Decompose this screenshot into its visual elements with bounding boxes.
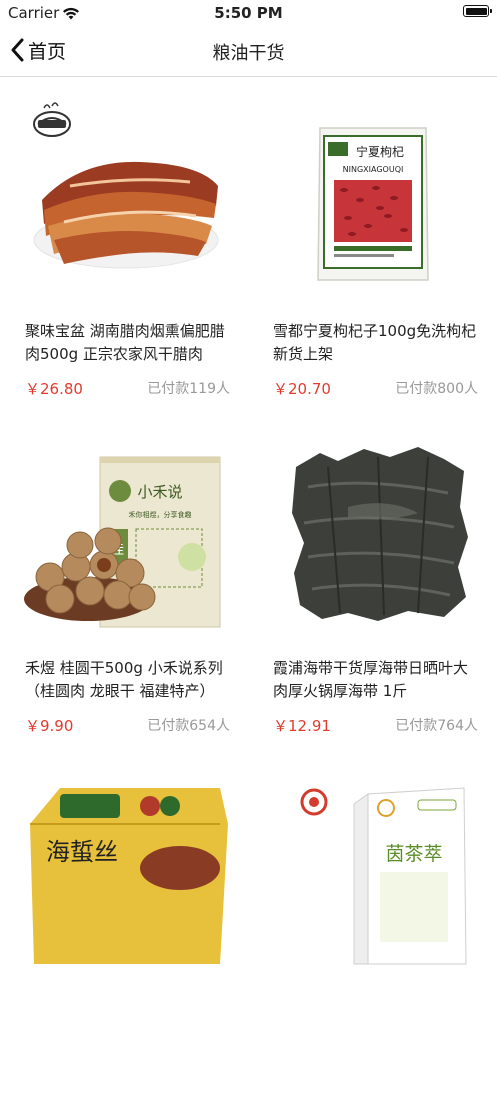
longan-brand-text: 小禾说: [137, 483, 182, 501]
product-card[interactable]: 海蜇丝: [0, 764, 248, 1094]
product-card[interactable]: 宁夏枸杞 NINGXIAGOUQI 雪都宁夏枸杞子100g免洗枸杞新货上架 ￥2…: [248, 90, 496, 420]
seaweed-box-text: 海蜇丝: [46, 838, 118, 866]
product-name: 禾煜 桂圆干500g 小禾说系列（桂圆肉 龙眼干 福建特产）: [25, 659, 223, 700]
page-title: 粮油干货: [212, 43, 285, 64]
goji-title-text: 宁夏枸杞: [356, 144, 404, 159]
product-price: ￥12.91: [273, 717, 331, 735]
product-sold-count: 已付款654人: [147, 718, 230, 734]
product-card[interactable]: 小禾说 禾你相煜，分享食趣 桂 禾煜 桂圆干500g 小禾说系列（桂圆肉 龙眼干…: [0, 427, 248, 757]
status-time: 5:50 PM: [214, 4, 283, 22]
product-image-seaweed-box: 海蜇丝: [20, 764, 232, 976]
product-card[interactable]: 茵茶萃: [248, 764, 496, 1094]
product-price: ￥26.80: [25, 380, 83, 398]
product-sold-count: 已付款764人: [395, 718, 478, 734]
product-name: 霞浦海带干货厚海带日晒叶大肉厚火锅厚海带 1斤: [273, 659, 469, 700]
tea-box-text: 茵茶萃: [385, 843, 442, 865]
product-image-goji: 宁夏枸杞 NINGXIAGOUQI: [268, 90, 480, 302]
product-image-kelp: [268, 427, 480, 639]
product-card[interactable]: 聚味宝盆 湖南腊肉烟熏偏肥腊肉500g 正宗农家风干腊肉 ￥26.80 已付款1…: [0, 90, 248, 420]
product-price: ￥9.90: [25, 717, 74, 735]
product-name: 聚味宝盆 湖南腊肉烟熏偏肥腊肉500g 正宗农家风干腊肉: [25, 322, 225, 363]
battery-icon: [463, 5, 492, 17]
product-image-tea-box: 茵茶萃: [268, 764, 480, 976]
goji-subtitle-text: NINGXIAGOUQI: [343, 165, 404, 174]
longan-slogan-text: 禾你相煜，分享食趣: [129, 510, 192, 519]
status-bar: Carrier 5:50 PM: [0, 0, 497, 24]
product-price: ￥20.70: [273, 380, 331, 398]
product-sold-count: 已付款800人: [395, 381, 478, 397]
product-image-bacon: [20, 90, 232, 302]
product-card[interactable]: 霞浦海带干货厚海带日晒叶大肉厚火锅厚海带 1斤 ￥12.91 已付款764人: [248, 427, 496, 757]
product-image-longan: 小禾说 禾你相煜，分享食趣 桂: [20, 427, 232, 639]
product-name: 雪都宁夏枸杞子100g免洗枸杞新货上架: [273, 322, 477, 363]
navigation-bar: 首页 粮油干货: [0, 24, 497, 77]
product-sold-count: 已付款119人: [147, 381, 230, 397]
